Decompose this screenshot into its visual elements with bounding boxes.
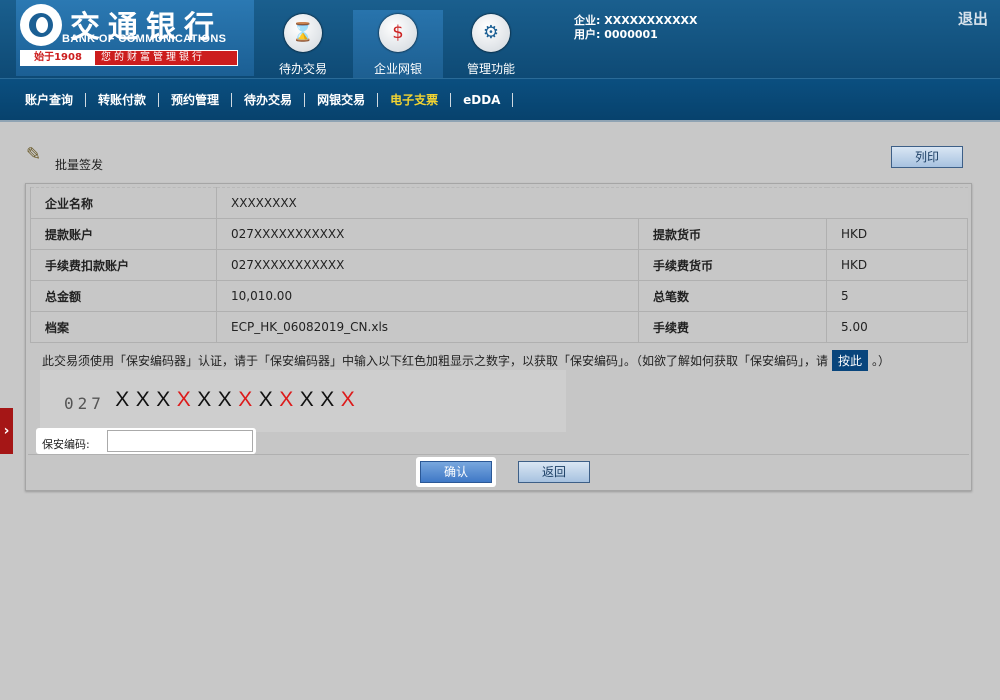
action-buttons: 确认 返回 (28, 454, 969, 488)
pen-paper-icon: ✎ (26, 144, 42, 165)
user-id: 用户: 0000001 (574, 28, 658, 41)
company-id: 企业: XXXXXXXXXXX (574, 14, 698, 27)
fee-currency-label: 手续费货币 (638, 249, 827, 281)
passcode-label: 保安编码: (42, 438, 90, 451)
withdraw-currency-value: HKD (826, 218, 968, 250)
table-row: 提款账户 027XXXXXXXXXXX 提款货币 HKD (30, 218, 968, 250)
code-char: X (320, 388, 335, 411)
gears-icon: ⚙ (472, 14, 510, 52)
topnav-label: 企业网银 (373, 62, 422, 76)
logout-button[interactable]: 退出 (958, 8, 988, 29)
code-char: X (115, 388, 130, 411)
code-char: X (135, 388, 150, 411)
withdraw-currency-label: 提款货币 (638, 218, 827, 250)
click-here-button[interactable]: 按此 (832, 350, 869, 371)
code-char: X (238, 388, 253, 411)
subnav-edda[interactable]: eDDA (451, 93, 514, 107)
back-button[interactable]: 返回 (518, 461, 590, 483)
code-char: X (176, 388, 191, 411)
topnav-label: 管理功能 (466, 62, 515, 76)
company-name-value: XXXXXXXX (216, 187, 968, 219)
side-panel-toggle[interactable]: › (0, 408, 13, 454)
subnav-pending[interactable]: 待办交易 (232, 93, 306, 107)
page-title: 批量签发 (55, 158, 104, 172)
fee-label: 手续费 (638, 311, 827, 343)
details-table: 企业名称 XXXXXXXX 提款账户 027XXXXXXXXXXX 提款货币 H… (30, 187, 968, 343)
bank-logo[interactable]: 交通银行 BANK OF COMMUNICATIONS 始于1908 您的财富管… (16, 0, 254, 76)
fee-currency-value: HKD (826, 249, 968, 281)
total-count-value: 5 (826, 280, 968, 312)
topnav-label: 待办交易 (278, 62, 327, 76)
table-row: 手续费扣款账户 027XXXXXXXXXXX 手续费货币 HKD (30, 249, 968, 281)
code-characters: XXXXXXXXXXXX (112, 388, 358, 412)
confirm-focus-ring: 确认 (416, 457, 496, 487)
challenge-code: 027 XXXXXXXXXXXX (40, 370, 566, 432)
security-notice: 此交易须使用「保安编码器」认证，请于「保安编码器」中输入以下红色加粗显示之数字，… (42, 350, 890, 371)
sub-navigation: 账户查询 转账付款 预约管理 待办交易 网银交易 电子支票 eDDA (0, 78, 1000, 122)
topnav-management[interactable]: ⚙ 管理功能 (446, 10, 536, 77)
batch-issue-panel: 企业名称 XXXXXXXX 提款账户 027XXXXXXXXXXX 提款货币 H… (25, 183, 972, 491)
fee-account-value: 027XXXXXXXXXXX (216, 249, 639, 281)
code-char: X (197, 388, 212, 411)
total-amount-label: 总金额 (30, 280, 217, 312)
passcode-input[interactable] (107, 430, 253, 452)
code-char: X (340, 388, 355, 411)
header: 交通银行 BANK OF COMMUNICATIONS 始于1908 您的财富管… (0, 0, 1000, 78)
subnav-scheduled[interactable]: 预约管理 (159, 93, 233, 107)
table-row: 总金额 10,010.00 总笔数 5 (30, 280, 968, 312)
subnav-online-transactions[interactable]: 网银交易 (305, 93, 379, 107)
main-content: ✎ 批量签发 列印 企业名称 XXXXXXXX 提款账户 027XXXXXXXX… (0, 124, 1000, 700)
print-button[interactable]: 列印 (891, 146, 963, 168)
subnav-transfer-payment[interactable]: 转账付款 (86, 93, 160, 107)
user-info: 企业: XXXXXXXXXXX 用户: 0000001 (574, 14, 698, 42)
notice-text: 此交易须使用「保安编码器」认证，请于「保安编码器」中输入以下红色加粗显示之数字，… (42, 354, 829, 368)
bank-name-en: BANK OF COMMUNICATIONS (62, 33, 227, 45)
company-name-label: 企业名称 (30, 187, 217, 219)
withdraw-account-label: 提款账户 (30, 218, 217, 250)
code-char: X (299, 388, 314, 411)
passcode-field-group: 保安编码: (36, 428, 256, 454)
subnav-e-cheque[interactable]: 电子支票 (378, 93, 452, 107)
total-count-label: 总笔数 (638, 280, 827, 312)
subnav-account-inquiry[interactable]: 账户查询 (13, 93, 87, 107)
code-char: X (217, 388, 232, 411)
fee-value: 5.00 (826, 311, 968, 343)
hourglass-icon: ⌛ (284, 14, 322, 52)
bank-emblem-icon (20, 4, 62, 46)
file-label: 档案 (30, 311, 217, 343)
monitor-dollar-icon: $ (379, 14, 417, 52)
total-amount-value: 10,010.00 (216, 280, 639, 312)
table-row: 档案 ECP_HK_06082019_CN.xls 手续费 5.00 (30, 311, 968, 343)
topnav-corporate-banking[interactable]: $ 企业网银 (353, 10, 443, 78)
withdraw-account-value: 027XXXXXXXXXXX (216, 218, 639, 250)
topnav-pending-transactions[interactable]: ⌛ 待办交易 (258, 10, 348, 77)
table-row: 企业名称 XXXXXXXX (30, 187, 968, 219)
file-value: ECP_HK_06082019_CN.xls (216, 311, 639, 343)
subnav-list: 账户查询 转账付款 预约管理 待办交易 网银交易 电子支票 eDDA (13, 93, 514, 107)
code-char: X (156, 388, 171, 411)
code-char: X (258, 388, 273, 411)
logo-slogan-bar: 始于1908 您的财富管理银行 (20, 50, 238, 66)
logo-slogan: 您的财富管理银行 (101, 52, 205, 63)
fee-account-label: 手续费扣款账户 (30, 249, 217, 281)
notice-text-end: 。） (872, 354, 891, 368)
code-char: X (279, 388, 294, 411)
confirm-button[interactable]: 确认 (420, 461, 492, 483)
code-prefix: 027 (64, 394, 105, 413)
logo-since: 始于1908 (21, 51, 95, 65)
